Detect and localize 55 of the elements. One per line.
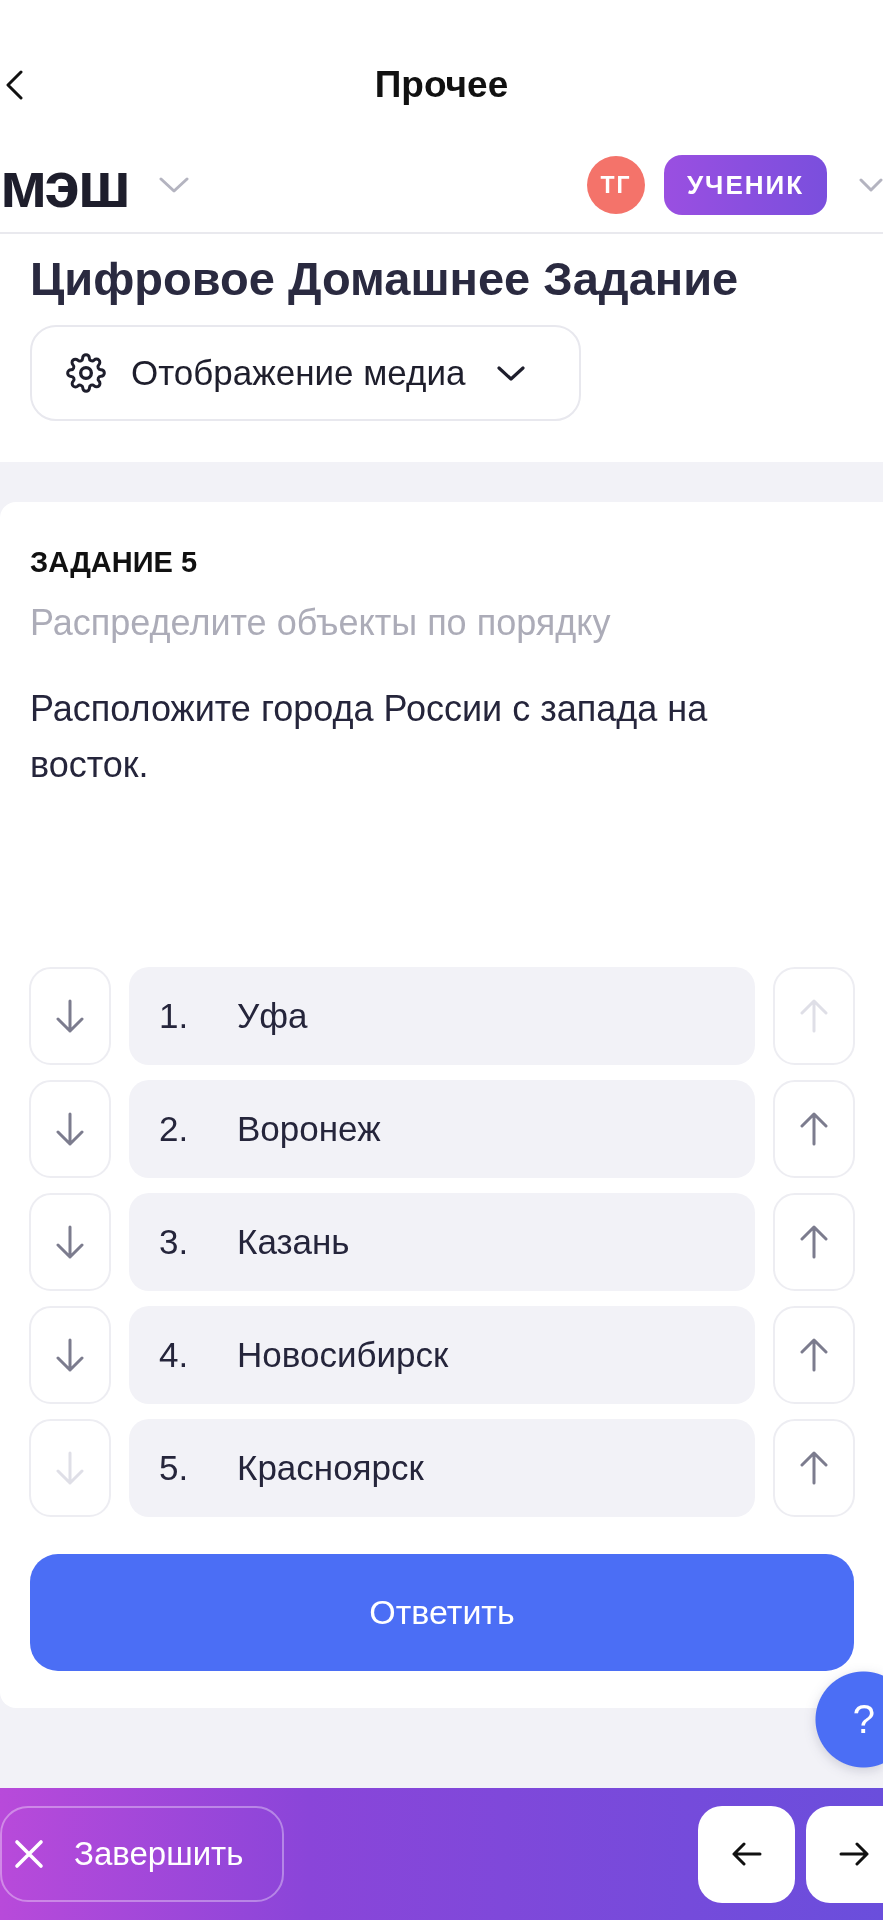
chevron-left-icon (6, 70, 23, 100)
item-label: Уфа (237, 996, 308, 1036)
item-number: 5. (159, 1448, 190, 1488)
arrow-up-icon (799, 1451, 829, 1485)
media-settings-dropdown[interactable]: Отображение медиа (30, 325, 581, 421)
arrow-left-icon (731, 1842, 762, 1866)
move-up-button[interactable] (773, 1080, 855, 1178)
move-up-button[interactable] (773, 1193, 855, 1291)
chevron-down-icon[interactable] (859, 178, 883, 192)
previous-button[interactable] (698, 1805, 795, 1903)
item-number: 3. (159, 1222, 190, 1262)
answer-button[interactable]: Ответить (30, 1554, 854, 1671)
answer-item[interactable]: 5. Красноярск (129, 1419, 755, 1517)
item-number: 2. (159, 1109, 190, 1149)
arrow-down-icon (55, 1451, 85, 1485)
question-text: Расположите города России с запада на восток. (30, 687, 709, 787)
close-icon (14, 1839, 44, 1869)
arrow-up-icon (799, 999, 829, 1033)
move-down-button[interactable] (29, 967, 111, 1065)
arrow-down-icon (55, 1112, 85, 1146)
finish-button[interactable]: Завершить (0, 1806, 284, 1902)
move-down-button[interactable] (29, 1306, 111, 1404)
gear-icon (66, 353, 106, 393)
item-number: 4. (159, 1335, 190, 1375)
move-up-button[interactable] (773, 1306, 855, 1404)
answer-item[interactable]: 4. Новосибирск (129, 1306, 755, 1404)
next-button[interactable] (806, 1805, 883, 1903)
answer-item[interactable]: 3. Казань (129, 1193, 755, 1291)
nav-title: Прочее (374, 63, 509, 107)
answer-item[interactable]: 1. Уфа (129, 967, 755, 1065)
logo[interactable]: мэш (0, 150, 130, 220)
move-down-button[interactable] (29, 1193, 111, 1291)
arrow-down-icon (55, 1338, 85, 1372)
role-badge[interactable]: УЧЕНИК (664, 155, 827, 215)
item-number: 1. (159, 996, 190, 1036)
arrow-down-icon (55, 1225, 85, 1259)
item-label: Казань (237, 1222, 350, 1262)
page-title: Цифровое Домашнее Задание (30, 251, 740, 307)
move-up-button[interactable] (773, 1419, 855, 1517)
task-heading: ЗАДАНИЕ 5 (30, 545, 199, 579)
task-instruction: Распределите объекты по порядку (30, 601, 612, 645)
arrow-up-icon (799, 1225, 829, 1259)
back-button[interactable] (6, 70, 23, 100)
item-label: Воронеж (237, 1109, 381, 1149)
answer-item[interactable]: 2. Воронеж (129, 1080, 755, 1178)
help-button[interactable]: ? (815, 1671, 883, 1768)
item-label: Новосибирск (237, 1335, 449, 1375)
arrow-up-icon (799, 1338, 829, 1372)
chevron-down-icon (497, 365, 526, 381)
item-label: Красноярск (237, 1448, 424, 1488)
move-down-button[interactable] (29, 1080, 111, 1178)
chevron-down-icon[interactable] (159, 177, 190, 193)
arrow-right-icon (839, 1842, 869, 1866)
arrow-down-icon (55, 999, 85, 1033)
arrow-up-icon (799, 1112, 829, 1146)
